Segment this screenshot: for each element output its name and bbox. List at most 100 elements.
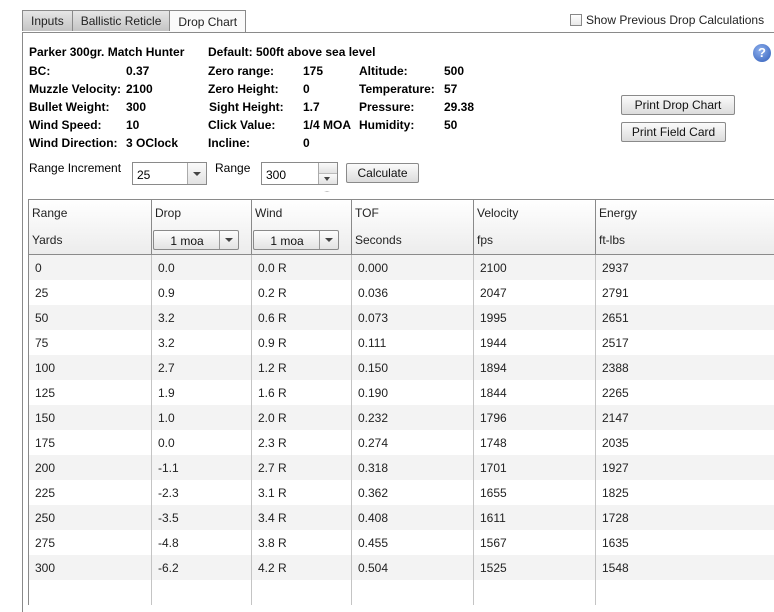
header-energy-unit: ft-lbs	[599, 233, 626, 247]
range-increment-select[interactable]: 25	[132, 162, 207, 185]
table-row[interactable]: 25 0.9 0.2 R 0.036 2047 2791	[29, 280, 774, 305]
bc-value: 0.37	[126, 64, 150, 78]
cell-range: 25	[35, 286, 49, 300]
print-drop-chart-button[interactable]: Print Drop Chart	[621, 95, 735, 115]
cell-range: 225	[35, 486, 56, 500]
cell-velocity: 1894	[480, 361, 507, 375]
table-row[interactable]: 200 -1.1 2.7 R 0.318 1701 1927	[29, 455, 774, 480]
cell-drop: 0.9	[158, 286, 175, 300]
muzzle-velocity-label: Muzzle Velocity:	[29, 82, 122, 96]
drop-unit-value: 1 moa	[170, 234, 204, 248]
table-row[interactable]: 75 3.2 0.9 R 0.111 1944 2517	[29, 330, 774, 355]
spin-up-button[interactable]	[319, 163, 337, 177]
column-divider	[251, 255, 252, 605]
cell-range: 175	[35, 436, 56, 450]
cell-energy: 2937	[602, 261, 629, 275]
cell-wind: 0.9 R	[258, 336, 287, 350]
load-title: Parker 300gr. Match Hunter	[29, 45, 185, 59]
cell-energy: 2651	[602, 311, 629, 325]
chevron-down-icon	[325, 238, 333, 242]
header-tof-unit: Seconds	[355, 233, 402, 247]
cell-tof: 0.000	[358, 261, 389, 275]
click-value-label: Click Value:	[208, 118, 276, 132]
header-range[interactable]: Range Yards	[29, 200, 152, 254]
altitude-value: 500	[444, 64, 465, 78]
range-spinner[interactable]: 300	[261, 162, 338, 192]
cell-wind: 2.3 R	[258, 436, 287, 450]
table-row[interactable]: 125 1.9 1.6 R 0.190 1844 2265	[29, 380, 774, 405]
header-wind-title: Wind	[255, 206, 283, 220]
cell-velocity: 1844	[480, 386, 507, 400]
header-energy[interactable]: Energy ft-lbs	[596, 200, 774, 254]
header-drop-title: Drop	[155, 206, 182, 220]
range-increment-value: 25	[137, 168, 151, 182]
help-icon[interactable]: ?	[753, 44, 771, 62]
click-value-value: 1/4 MOA	[303, 118, 352, 132]
cell-energy: 1548	[602, 561, 629, 575]
tab-inputs[interactable]: Inputs	[22, 10, 73, 31]
tab-ballistic-reticle[interactable]: Ballistic Reticle	[72, 10, 171, 31]
cell-tof: 0.362	[358, 486, 389, 500]
table-row[interactable]: 150 1.0 2.0 R 0.232 1796 2147	[29, 405, 774, 430]
header-energy-title: Energy	[599, 206, 638, 220]
cell-wind: 0.0 R	[258, 261, 287, 275]
humidity-value: 50	[444, 118, 458, 132]
calculate-button[interactable]: Calculate	[346, 163, 419, 183]
cell-tof: 0.318	[358, 461, 389, 475]
cell-velocity: 1701	[480, 461, 507, 475]
cell-wind: 0.2 R	[258, 286, 287, 300]
header-tof[interactable]: TOF Seconds	[352, 200, 474, 254]
cell-wind: 4.2 R	[258, 561, 287, 575]
temperature-value: 57	[444, 82, 458, 96]
print-field-card-button[interactable]: Print Field Card	[621, 122, 726, 142]
cell-drop: 3.2	[158, 311, 175, 325]
header-velocity[interactable]: Velocity fps	[474, 200, 596, 254]
cell-range: 0	[35, 261, 42, 275]
header-wind[interactable]: Wind 1 moa	[252, 200, 352, 254]
cell-wind: 1.6 R	[258, 386, 287, 400]
table-row[interactable]: 225 -2.3 3.1 R 0.362 1655 1825	[29, 480, 774, 505]
wind-unit-select[interactable]: 1 moa	[253, 230, 339, 250]
table-row[interactable]: 50 3.2 0.6 R 0.073 1995 2651	[29, 305, 774, 330]
column-divider	[595, 255, 596, 605]
wind-unit-dropdown-button[interactable]	[319, 231, 338, 249]
cell-velocity: 1944	[480, 336, 507, 350]
cell-velocity: 1655	[480, 486, 507, 500]
zero-height-value: 0	[303, 82, 310, 96]
header-velocity-title: Velocity	[477, 206, 519, 220]
tab-drop-chart[interactable]: Drop Chart	[170, 10, 247, 33]
table-row[interactable]: 0 0.0 0.0 R 0.000 2100 2937	[29, 255, 774, 280]
chevron-down-icon	[193, 172, 201, 176]
table-row[interactable]: 175 0.0 2.3 R 0.274 1748 2035	[29, 430, 774, 455]
cell-wind: 1.2 R	[258, 361, 287, 375]
zero-range-value: 175	[303, 64, 324, 78]
cell-velocity: 1796	[480, 411, 507, 425]
wind-speed-value: 10	[126, 118, 140, 132]
drop-unit-dropdown-button[interactable]	[219, 231, 238, 249]
show-previous-toggle[interactable]: Show Previous Drop Calculations	[570, 13, 764, 27]
wind-direction-value: 3 OClock	[126, 136, 179, 150]
show-previous-checkbox[interactable]	[570, 14, 582, 26]
table-row[interactable]: 300 -6.2 4.2 R 0.504 1525 1548	[29, 555, 774, 580]
cell-energy: 2035	[602, 436, 629, 450]
header-drop[interactable]: Drop 1 moa	[152, 200, 252, 254]
cell-range: 275	[35, 536, 56, 550]
cell-range: 100	[35, 361, 56, 375]
cell-drop: -4.8	[158, 536, 179, 550]
range-increment-dropdown-button[interactable]	[187, 163, 206, 184]
incline-value: 0	[303, 136, 310, 150]
drop-table: Range Yards Drop 1 moa Wind 1 moa TOF Se…	[28, 199, 774, 605]
range-label: Range	[215, 161, 251, 175]
table-row[interactable]: 250 -3.5 3.4 R 0.408 1611 1728	[29, 505, 774, 530]
temperature-label: Temperature:	[359, 82, 435, 96]
cell-velocity: 1611	[480, 511, 506, 525]
cell-tof: 0.455	[358, 536, 389, 550]
table-row[interactable]: 275 -4.8 3.8 R 0.455 1567 1635	[29, 530, 774, 555]
wind-unit-value: 1 moa	[270, 234, 304, 248]
spin-down-button[interactable]	[319, 174, 337, 192]
drop-unit-select[interactable]: 1 moa	[153, 230, 239, 250]
sight-height-label: Sight Height:	[209, 100, 284, 114]
table-row[interactable]: 100 2.7 1.2 R 0.150 1894 2388	[29, 355, 774, 380]
wind-direction-label: Wind Direction:	[29, 136, 118, 150]
table-header: Range Yards Drop 1 moa Wind 1 moa TOF Se…	[29, 200, 774, 255]
